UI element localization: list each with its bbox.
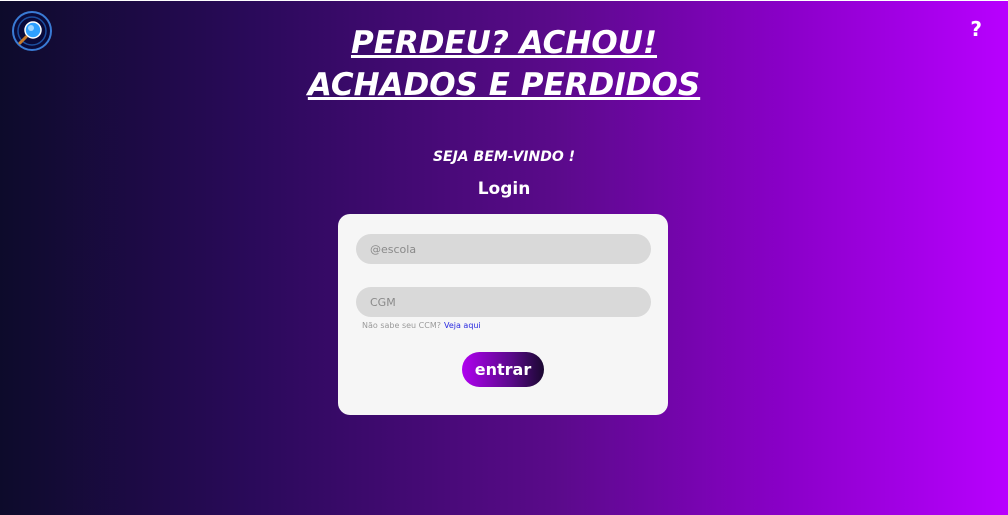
submit-button[interactable]: entrar bbox=[462, 352, 544, 387]
login-page: ? PERDEU? ACHOU! ACHADOS E PERDIDOS SEJA… bbox=[0, 0, 1008, 515]
cgm-input[interactable] bbox=[356, 287, 651, 317]
cgm-help-link[interactable]: Veja aqui bbox=[444, 321, 481, 330]
cgm-hint-text: Não sabe seu CCM? bbox=[362, 321, 441, 330]
page-title-line2: ACHADOS E PERDIDOS bbox=[307, 67, 701, 103]
cgm-hint: Não sabe seu CCM? Veja aqui bbox=[362, 320, 481, 332]
page-title-line1: PERDEU? ACHOU! bbox=[350, 25, 658, 61]
escola-input[interactable] bbox=[356, 234, 651, 264]
login-heading: Login bbox=[477, 179, 531, 199]
login-card: Não sabe seu CCM?Veja aqui entrar bbox=[338, 214, 668, 415]
welcome-text: SEJA BEM-VINDO ! bbox=[432, 149, 576, 165]
